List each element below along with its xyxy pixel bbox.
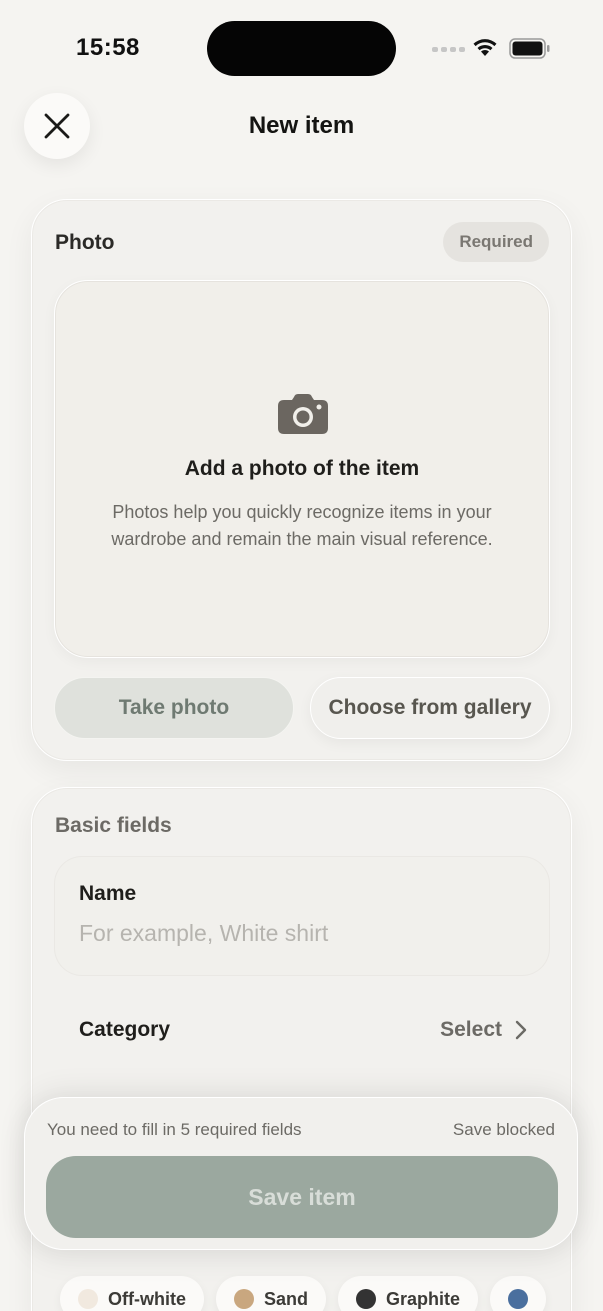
status-time: 15:58 [76,34,140,61]
save-status: Save blocked [452,1120,555,1139]
save-item-button[interactable]: Save item [46,1156,558,1238]
chevron-right-icon [515,1020,527,1040]
color-swatch [78,1289,98,1309]
color-chip-off-white[interactable]: Off-white [60,1276,204,1311]
photo-empty-description: Photos help you quickly recognize items … [111,502,493,549]
category-row[interactable]: Category Select [54,990,550,1070]
category-label: Category [79,1018,171,1041]
color-swatch [234,1289,254,1309]
photo-empty-title: Add a photo of the item [184,457,420,480]
battery-icon [509,38,550,59]
color-chip-label: Graphite [386,1288,461,1309]
wifi-icon [473,39,497,56]
required-fields-hint: You need to fill in 5 required fields [47,1120,302,1139]
camera-icon [278,394,328,434]
cellular-signal-icon [432,47,465,52]
category-value: Select [440,1018,502,1041]
required-badge: Required [443,222,549,262]
color-chip-sand[interactable]: Sand [216,1276,327,1311]
photo-dropzone[interactable]: Add a photo of the item Photos help you … [54,280,550,658]
color-swatch [356,1289,377,1309]
page-title: New item [248,112,355,139]
color-chip-label: Off-white [108,1288,186,1309]
save-panel: You need to fill in 5 required fields Sa… [24,1097,578,1250]
photo-section: Photo Required Add a photo of the item P… [31,199,572,761]
basic-fields-label: Basic fields [55,814,172,837]
choose-from-gallery-button[interactable]: Choose from gallery [310,677,550,739]
color-chip-label: Sand [264,1288,309,1309]
color-chip-blue[interactable] [490,1276,547,1311]
name-input[interactable] [79,920,519,947]
take-photo-button[interactable]: Take photo [54,677,294,739]
color-chip-graphite[interactable]: Graphite [338,1276,479,1311]
new-item-screen: 15:58 New item Photo Required Add a phot… [0,0,603,1311]
color-swatch [508,1289,529,1309]
photo-section-label: Photo [55,231,115,254]
dynamic-island [207,21,396,76]
color-chip-list: Off-white Sand Graphite [60,1276,547,1311]
name-field[interactable]: Name [54,856,550,976]
name-field-label: Name [79,882,137,905]
